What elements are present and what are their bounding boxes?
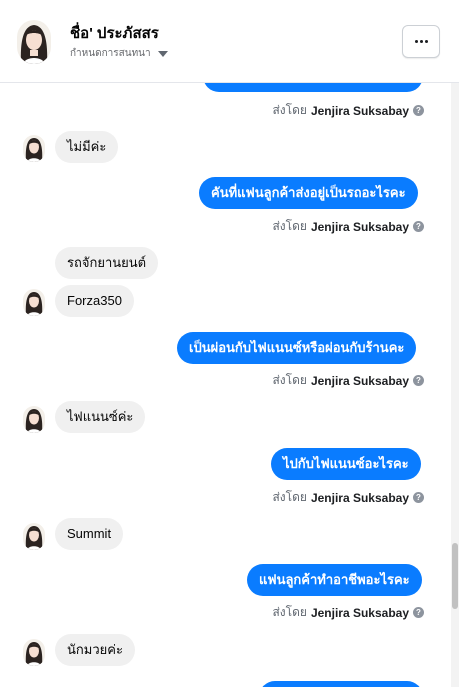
conversation-settings-label: กำหนดการสนทนา [70,48,151,59]
message-sender-info: ส่งโดย Jenjira Suksabay ? [272,101,424,120]
incoming-message[interactable]: รถจักยานยนต์ [55,247,159,279]
scrollbar-thumb[interactable] [452,543,458,609]
outgoing-message[interactable]: ไปกับไฟแนนซ์อะไรคะ [271,448,421,480]
caret-down-icon [157,51,168,57]
sender-name: Jenjira Suksabay [310,605,409,620]
outgoing-message[interactable]: เป็นผ่อนกับไฟแนนซ์หรือผ่อนกับร้านคะ [177,332,417,364]
help-circle-icon[interactable]: ? [413,492,424,503]
conversation-header: ชื่อ' ประภัสสร กำหนดการสนทนา [0,0,459,83]
outgoing-message[interactable] [203,83,423,92]
more-horizontal-icon [414,40,428,43]
incoming-message[interactable]: Summit [55,518,124,550]
more-options-button[interactable] [402,25,440,58]
outgoing-message[interactable] [259,681,423,687]
contact-avatar-small [23,406,45,433]
help-circle-icon[interactable]: ? [413,221,424,232]
sender-name: Jenjira Suksabay [310,219,409,234]
incoming-message[interactable]: Forza350 [55,285,134,317]
message-thread: ส่งโดย Jenjira Suksabay ? ไม่มีค่ะ คันที… [0,83,451,687]
outgoing-message[interactable]: แฟนลูกค้าทำอาชีพอะไรคะ [247,564,422,596]
contact-avatar-small [23,523,45,550]
help-circle-icon[interactable]: ? [413,105,424,116]
scrollbar[interactable] [451,83,459,687]
outgoing-message[interactable]: คันที่แฟนลูกค้าส่งอยู่เป็นรถอะไรคะ [199,177,418,209]
incoming-message[interactable]: ไฟแนนซ์ค่ะ [55,401,146,433]
sender-name: Jenjira Suksabay [310,490,409,505]
contact-avatar-small [23,135,45,162]
message-sender-info: ส่งโดย Jenjira Suksabay ? [272,488,424,507]
incoming-message[interactable]: ไม่มีค่ะ [55,131,119,163]
message-sender-info: ส่งโดย Jenjira Suksabay ? [272,371,424,390]
sender-name: Jenjira Suksabay [310,373,409,388]
sender-name: Jenjira Suksabay [310,103,409,118]
contact-avatar-small [23,639,45,666]
incoming-message[interactable]: นักมวยค่ะ [55,634,135,666]
conversation-settings-dropdown[interactable]: กำหนดการสนทนา [70,46,168,61]
message-sender-info: ส่งโดย Jenjira Suksabay ? [272,217,424,236]
help-circle-icon[interactable]: ? [413,375,424,386]
message-sender-info: ส่งโดย Jenjira Suksabay ? [272,603,424,622]
contact-avatar-small [23,289,45,316]
help-circle-icon[interactable]: ? [413,607,424,618]
contact-avatar[interactable] [17,20,51,64]
contact-name: ชื่อ' ประภัสสร [70,25,159,42]
